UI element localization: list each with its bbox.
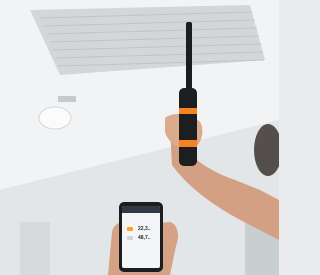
reading-indicator [127, 236, 133, 240]
temperature-reading: 22,3.. [138, 226, 151, 232]
probe-accent-bottom [179, 140, 197, 147]
photo-scene: 22,3.. 48,7.. [0, 0, 279, 275]
probe-rod [186, 22, 192, 94]
ceiling-bracket [58, 96, 76, 102]
reading-indicator [127, 227, 133, 231]
humidity-reading: 48,7.. [138, 235, 151, 241]
probe-accent-top [179, 108, 197, 114]
ceiling-light [38, 106, 72, 130]
phone-screen: 22,3.. 48,7.. [122, 206, 160, 268]
phone-status-bar [122, 206, 160, 213]
window-left [20, 222, 50, 275]
probe-handle [179, 88, 197, 166]
